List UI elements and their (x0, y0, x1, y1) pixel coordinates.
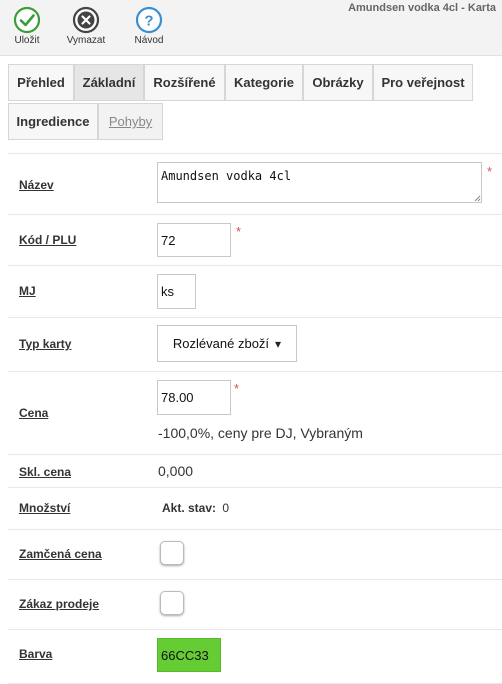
stock-price-value: 0,000 (158, 463, 194, 479)
row-locked-price: Zamčená cena (8, 529, 502, 579)
quantity-status: Akt. stav: 0 (162, 501, 229, 515)
help-button[interactable]: ? Návod (124, 6, 174, 46)
name-textarea[interactable]: Amundsen vodka 4cl (157, 162, 482, 203)
price-label: Cena (19, 406, 49, 420)
delete-button[interactable]: Vymazat (61, 6, 111, 46)
name-required-mark: * (487, 164, 493, 179)
sale-ban-checkbox[interactable] (160, 591, 184, 615)
code-required-mark: * (236, 224, 242, 239)
svg-text:?: ? (144, 13, 153, 30)
locked-price-label: Zamčená cena (19, 547, 102, 561)
row-color: Barva 66CC33 (8, 629, 502, 684)
question-circle-icon: ? (135, 6, 163, 34)
code-input[interactable]: 72 (157, 223, 231, 257)
quantity-label: Množství (19, 501, 71, 515)
row-name: Název Amundsen vodka 4cl * (8, 153, 502, 214)
color-label: Barva (19, 647, 53, 661)
tab-kategorie[interactable]: Kategorie (225, 64, 303, 101)
x-circle-icon (72, 6, 100, 34)
stock-price-label: Skl. cena (19, 465, 72, 479)
row-quantity: Množství Akt. stav: 0 (8, 487, 502, 529)
row-stock-price: Skl. cena 0,000 (8, 454, 502, 487)
card-type-select[interactable]: Rozlévané zboží ▾ (157, 325, 297, 362)
price-required-mark: * (234, 381, 240, 396)
row-sale-ban: Zákaz prodeje (8, 579, 502, 629)
color-input[interactable]: 66CC33 (157, 638, 221, 672)
current-stock-label: Akt. stav: (162, 501, 217, 515)
current-stock-value: 0 (222, 501, 230, 515)
window-title: Amundsen vodka 4cl - Karta (348, 2, 496, 14)
price-note: -100,0%, ceny pre DJ, Vybraným (158, 425, 363, 441)
card-type-label: Typ karty (19, 337, 72, 351)
check-circle-icon (13, 6, 41, 34)
sale-ban-label: Zákaz prodeje (19, 597, 100, 611)
tab-zakladni[interactable]: Základní (74, 64, 144, 101)
card-type-value: Rozlévané zboží (172, 336, 270, 351)
tab-rozsirene[interactable]: Rozšířené (144, 64, 225, 101)
row-code: Kód / PLU 72 * (8, 214, 502, 265)
tab-pro-verejnost[interactable]: Pro veřejnost (373, 64, 473, 101)
tab-prehled[interactable]: Přehled (8, 64, 74, 101)
save-button[interactable]: Uložit (2, 6, 52, 46)
price-input[interactable]: 78.00 (157, 380, 231, 415)
delete-label: Vymazat (66, 35, 106, 46)
tab-ingredience[interactable]: Ingredience (8, 103, 98, 140)
unit-label: MJ (19, 284, 36, 298)
row-price: Cena 78.00 * -100,0%, ceny pre DJ, Vybra… (8, 371, 502, 454)
toolbar: Uložit Vymazat ? Návod Amundsen vodka 4c… (0, 0, 502, 56)
resize-grip-icon[interactable] (474, 195, 481, 202)
save-label: Uložit (14, 35, 40, 46)
tab-obrazky[interactable]: Obrázky (303, 64, 373, 101)
unit-input[interactable]: ks (157, 274, 196, 309)
row-unit: MJ ks (8, 265, 502, 317)
name-label: Název (19, 178, 54, 192)
locked-price-checkbox[interactable] (160, 541, 184, 565)
chevron-down-icon: ▾ (275, 336, 282, 351)
code-label: Kód / PLU (19, 233, 77, 247)
tab-pohyby[interactable]: Pohyby (98, 103, 163, 140)
help-label: Návod (134, 35, 164, 46)
row-card-type: Typ karty Rozlévané zboží ▾ (8, 317, 502, 371)
